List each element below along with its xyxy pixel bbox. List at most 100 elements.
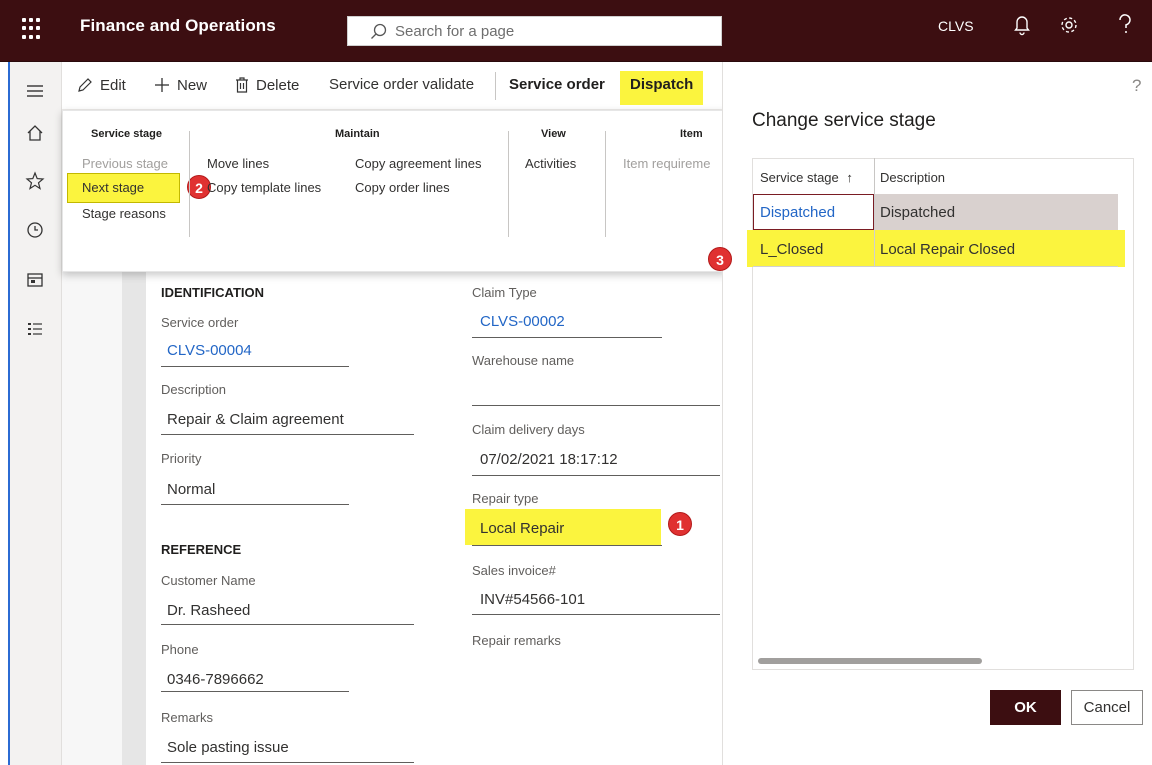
identification-section-title: IDENTIFICATION [161, 285, 265, 300]
column-header-service-stage[interactable]: Service stage ↑ [760, 170, 853, 185]
column-header-separator [874, 158, 875, 194]
plus-icon [155, 78, 169, 92]
grid-cell-description: Dispatched [880, 204, 956, 221]
grid-cell-stage[interactable]: L_Closed [760, 241, 823, 258]
dialog-help-icon[interactable]: ? [1132, 76, 1141, 96]
move-lines-button[interactable]: Move lines [207, 156, 269, 171]
customer-name-label: Customer Name [161, 573, 256, 588]
group-service-stage: Service stage [91, 128, 162, 140]
form-side-strip [122, 272, 146, 765]
phone-field[interactable]: 0346-7896662 [167, 671, 264, 688]
clock-icon[interactable] [24, 219, 46, 241]
sort-ascending-icon: ↑ [846, 170, 853, 185]
phone-label: Phone [161, 642, 199, 657]
gear-icon[interactable] [1058, 14, 1080, 36]
grid-cell-description: Local Repair Closed [880, 241, 1016, 258]
repair-type-underline [472, 545, 662, 546]
app-title[interactable]: Finance and Operations [80, 16, 276, 36]
service-order-value[interactable]: CLVS-00004 [167, 342, 252, 359]
description-label: Description [161, 382, 227, 397]
edit-icon [78, 78, 92, 92]
copy-template-lines-button[interactable]: Copy template lines [207, 180, 321, 195]
description-field[interactable]: Repair & Claim agreement [167, 411, 344, 428]
repair-type-field[interactable]: Local Repair [480, 520, 564, 537]
group-item: Item [680, 128, 703, 140]
grid-row-line [753, 266, 1118, 267]
hamburger-icon[interactable] [24, 80, 46, 102]
remarks-underline [161, 762, 414, 763]
claim-delivery-days-field[interactable]: 07/02/2021 18:17:12 [480, 451, 618, 468]
priority-underline [161, 504, 349, 505]
action-pane-separator [495, 72, 496, 100]
dialog-title: Change service stage [752, 110, 936, 131]
edit-button[interactable]: Edit [76, 76, 126, 94]
claim-delivery-days-label: Claim delivery days [472, 422, 585, 437]
bell-icon[interactable] [1013, 14, 1031, 36]
search-input[interactable]: Search for a page [347, 16, 722, 46]
search-icon [371, 23, 387, 39]
warehouse-name-underline [472, 405, 720, 406]
service-order-validate-button[interactable]: Service order validate [329, 76, 474, 93]
top-nav-bar: Finance and Operations Search for a page… [0, 0, 1152, 62]
item-requirements-button[interactable]: Item requireme [623, 156, 725, 171]
action-pane: Edit New Delete Service order validate S… [62, 62, 722, 110]
step-badge-1: 1 [668, 512, 692, 536]
copy-agreement-lines-button[interactable]: Copy agreement lines [355, 156, 481, 171]
delete-button[interactable]: Delete [234, 76, 299, 94]
waffle-icon[interactable] [22, 18, 44, 40]
group-view: View [541, 128, 566, 140]
sales-invoice-field[interactable]: INV#54566-101 [480, 591, 585, 608]
edit-label: Edit [100, 76, 126, 94]
cancel-button[interactable]: Cancel [1071, 690, 1143, 725]
ribbon-separator [508, 131, 509, 237]
copy-order-lines-button[interactable]: Copy order lines [355, 180, 450, 195]
remarks-field[interactable]: Sole pasting issue [167, 739, 289, 756]
new-button[interactable]: New [153, 76, 207, 94]
service-order-label: Service order [161, 315, 239, 330]
ok-button[interactable]: OK [990, 690, 1061, 725]
ribbon-separator [605, 131, 606, 237]
search-placeholder: Search for a page [395, 23, 515, 40]
company-selector[interactable]: CLVS [938, 18, 974, 34]
claim-type-value[interactable]: CLVS-00002 [480, 313, 565, 330]
remarks-label: Remarks [161, 710, 214, 725]
priority-field[interactable]: Normal [167, 481, 215, 498]
customer-name-field[interactable]: Dr. Rasheed [167, 602, 250, 619]
customer-name-underline [161, 624, 414, 625]
claim-type-underline [472, 337, 662, 338]
activities-button[interactable]: Activities [525, 156, 576, 171]
claim-delivery-days-underline [472, 475, 720, 476]
grid-column-line [874, 194, 875, 267]
star-icon[interactable] [24, 170, 46, 192]
workspace-icon[interactable] [24, 269, 46, 291]
delete-label: Delete [256, 76, 300, 94]
phone-underline [161, 691, 349, 692]
step-badge-3: 3 [708, 247, 732, 271]
next-stage-button[interactable]: Next stage [82, 180, 144, 195]
repair-remarks-label: Repair remarks [472, 633, 561, 648]
ribbon-separator [189, 131, 190, 237]
sales-invoice-label: Sales invoice# [472, 563, 556, 578]
claim-type-label: Claim Type [472, 285, 537, 300]
description-underline [161, 434, 414, 435]
tab-service-order[interactable]: Service order [509, 76, 605, 93]
trash-icon [236, 77, 248, 93]
repair-type-label: Repair type [472, 491, 539, 506]
dispatch-ribbon-menu: Service stage Maintain View Item Previou… [62, 110, 726, 272]
help-icon[interactable] [1118, 14, 1132, 36]
new-label: New [177, 76, 208, 94]
column-header-service-stage-label: Service stage [760, 170, 839, 185]
navigation-rail [8, 62, 62, 765]
warehouse-name-label: Warehouse name [472, 353, 575, 368]
sales-invoice-underline [472, 614, 720, 615]
home-icon[interactable] [24, 122, 46, 144]
horizontal-scrollbar[interactable] [758, 658, 982, 664]
stage-reasons-button[interactable]: Stage reasons [82, 206, 166, 221]
grid-cell-stage[interactable]: Dispatched [760, 204, 835, 221]
service-order-underline [161, 366, 349, 367]
previous-stage-button[interactable]: Previous stage [82, 156, 168, 171]
priority-label: Priority [161, 451, 202, 466]
tab-dispatch[interactable]: Dispatch [630, 76, 693, 93]
column-header-description[interactable]: Description [880, 170, 945, 185]
list-icon[interactable] [24, 318, 46, 340]
